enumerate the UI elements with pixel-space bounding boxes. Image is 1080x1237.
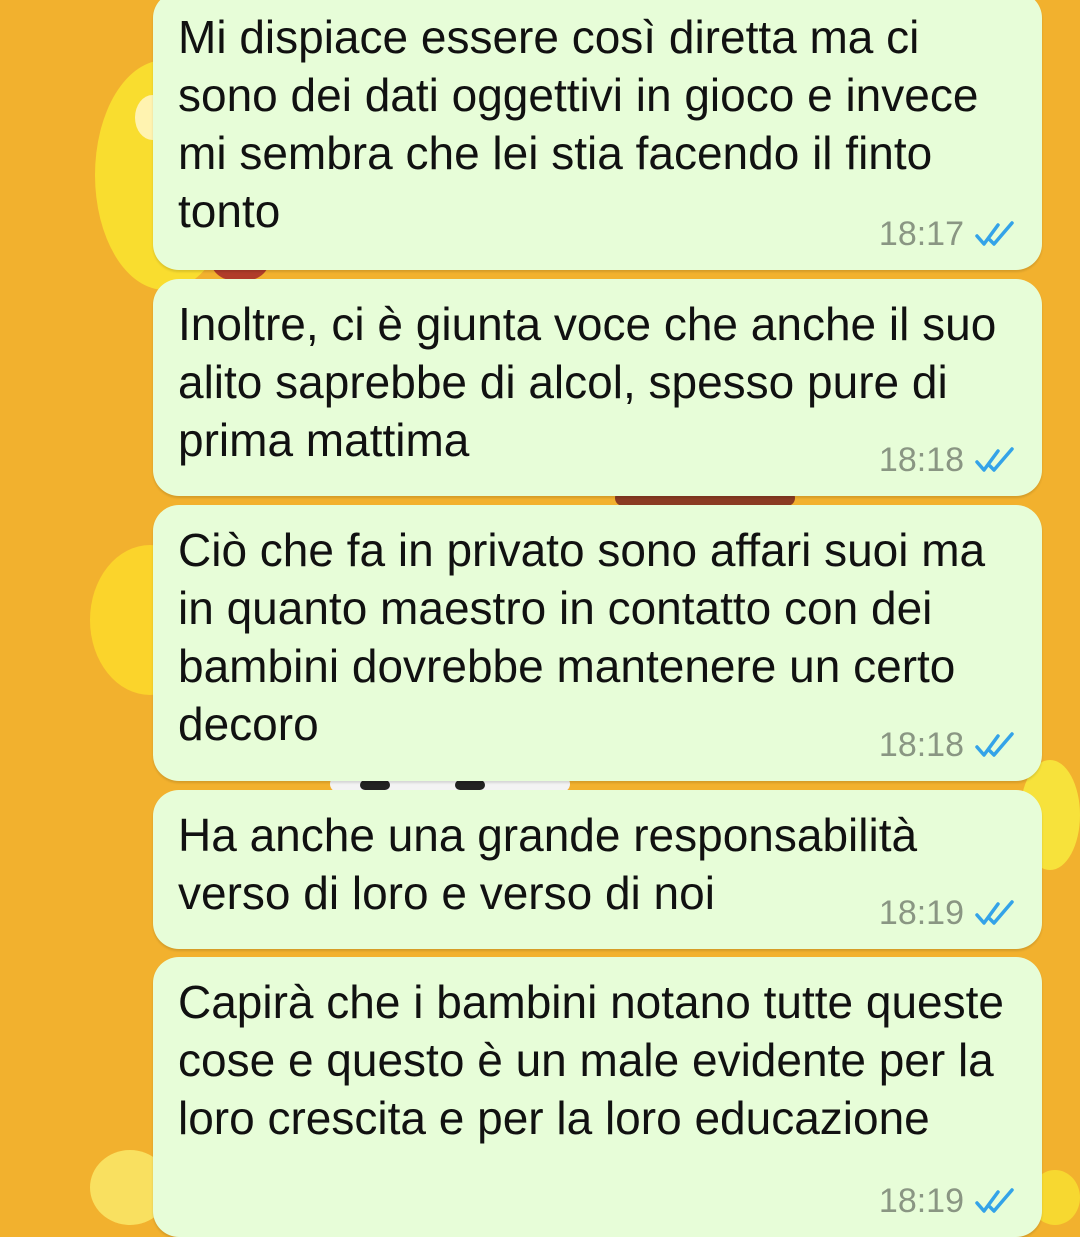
message-meta: 18:18 bbox=[879, 440, 1020, 480]
message-text: Mi dispiace essere così diretta ma ci so… bbox=[178, 11, 979, 237]
message-text: Ciò che fa in privato sono affari suoi m… bbox=[178, 524, 986, 750]
outgoing-message-bubble[interactable]: Ha anche una grande responsabilità verso… bbox=[153, 790, 1042, 949]
message-timestamp: 18:19 bbox=[878, 894, 964, 932]
message-meta: 18:18 bbox=[879, 725, 1020, 765]
double-check-read-icon bbox=[975, 221, 1014, 246]
double-check-read-icon bbox=[975, 447, 1014, 472]
message-timestamp: 18:19 bbox=[878, 1182, 964, 1220]
message-list[interactable]: Mi dispiace essere così diretta ma ci so… bbox=[0, 0, 1080, 1237]
outgoing-message-bubble[interactable]: Mi dispiace essere così diretta ma ci so… bbox=[153, 0, 1042, 270]
message-timestamp: 18:18 bbox=[878, 441, 964, 479]
message-meta: 18:19 bbox=[879, 893, 1020, 933]
message-timestamp: 18:18 bbox=[878, 726, 964, 764]
double-check-read-icon bbox=[975, 1188, 1014, 1213]
message-meta: 18:19 bbox=[879, 1181, 1020, 1221]
outgoing-message-bubble[interactable]: Capirà che i bambini notano tutte queste… bbox=[153, 957, 1042, 1237]
message-meta: 18:17 bbox=[879, 214, 1020, 254]
message-text: Capirà che i bambini notano tutte queste… bbox=[178, 976, 1004, 1144]
message-timestamp: 18:17 bbox=[878, 215, 964, 253]
double-check-read-icon bbox=[975, 900, 1014, 925]
outgoing-message-bubble[interactable]: Ciò che fa in privato sono affari suoi m… bbox=[153, 505, 1042, 781]
outgoing-message-bubble[interactable]: Inoltre, ci è giunta voce che anche il s… bbox=[153, 279, 1042, 496]
double-check-read-icon bbox=[975, 732, 1014, 757]
